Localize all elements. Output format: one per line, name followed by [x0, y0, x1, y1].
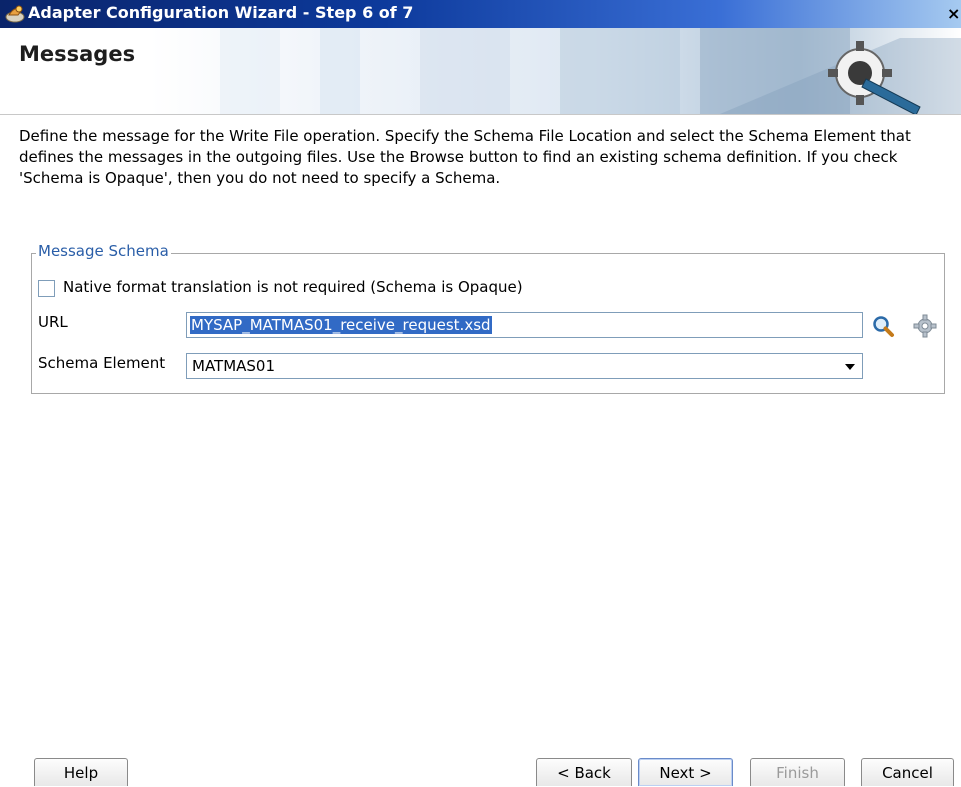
url-value: MYSAP_MATMAS01_receive_request.xsd	[190, 316, 492, 334]
opaque-schema-label[interactable]: Native format translation is not require…	[63, 278, 523, 296]
help-button[interactable]: Help	[34, 758, 128, 786]
adapter-icon	[5, 5, 25, 23]
window-title: Adapter Configuration Wizard - Step 6 of…	[28, 3, 414, 22]
step-description: Define the message for the Write File op…	[19, 127, 911, 187]
schema-element-select[interactable]: MATMAS01	[186, 353, 863, 379]
opaque-schema-checkbox[interactable]	[38, 280, 55, 297]
page-title: Messages	[19, 42, 136, 66]
wizard-header: Messages	[0, 28, 961, 115]
schema-element-value: MATMAS01	[192, 357, 276, 375]
schema-element-label: Schema Element	[38, 354, 166, 372]
search-icon[interactable]	[871, 314, 895, 338]
gear-icon[interactable]	[913, 314, 937, 338]
message-schema-legend: Message Schema	[36, 242, 171, 260]
title-bar[interactable]: Adapter Configuration Wizard - Step 6 of…	[0, 0, 961, 28]
next-button[interactable]: Next >	[638, 758, 733, 786]
cancel-button[interactable]: Cancel	[861, 758, 954, 786]
chevron-down-icon[interactable]	[844, 362, 856, 372]
url-label: URL	[38, 313, 68, 331]
back-button[interactable]: < Back	[536, 758, 632, 786]
finish-button[interactable]: Finish	[750, 758, 845, 786]
header-banner	[0, 28, 961, 114]
url-field[interactable]: MYSAP_MATMAS01_receive_request.xsd	[186, 312, 863, 338]
close-icon[interactable]: ×	[947, 4, 961, 24]
